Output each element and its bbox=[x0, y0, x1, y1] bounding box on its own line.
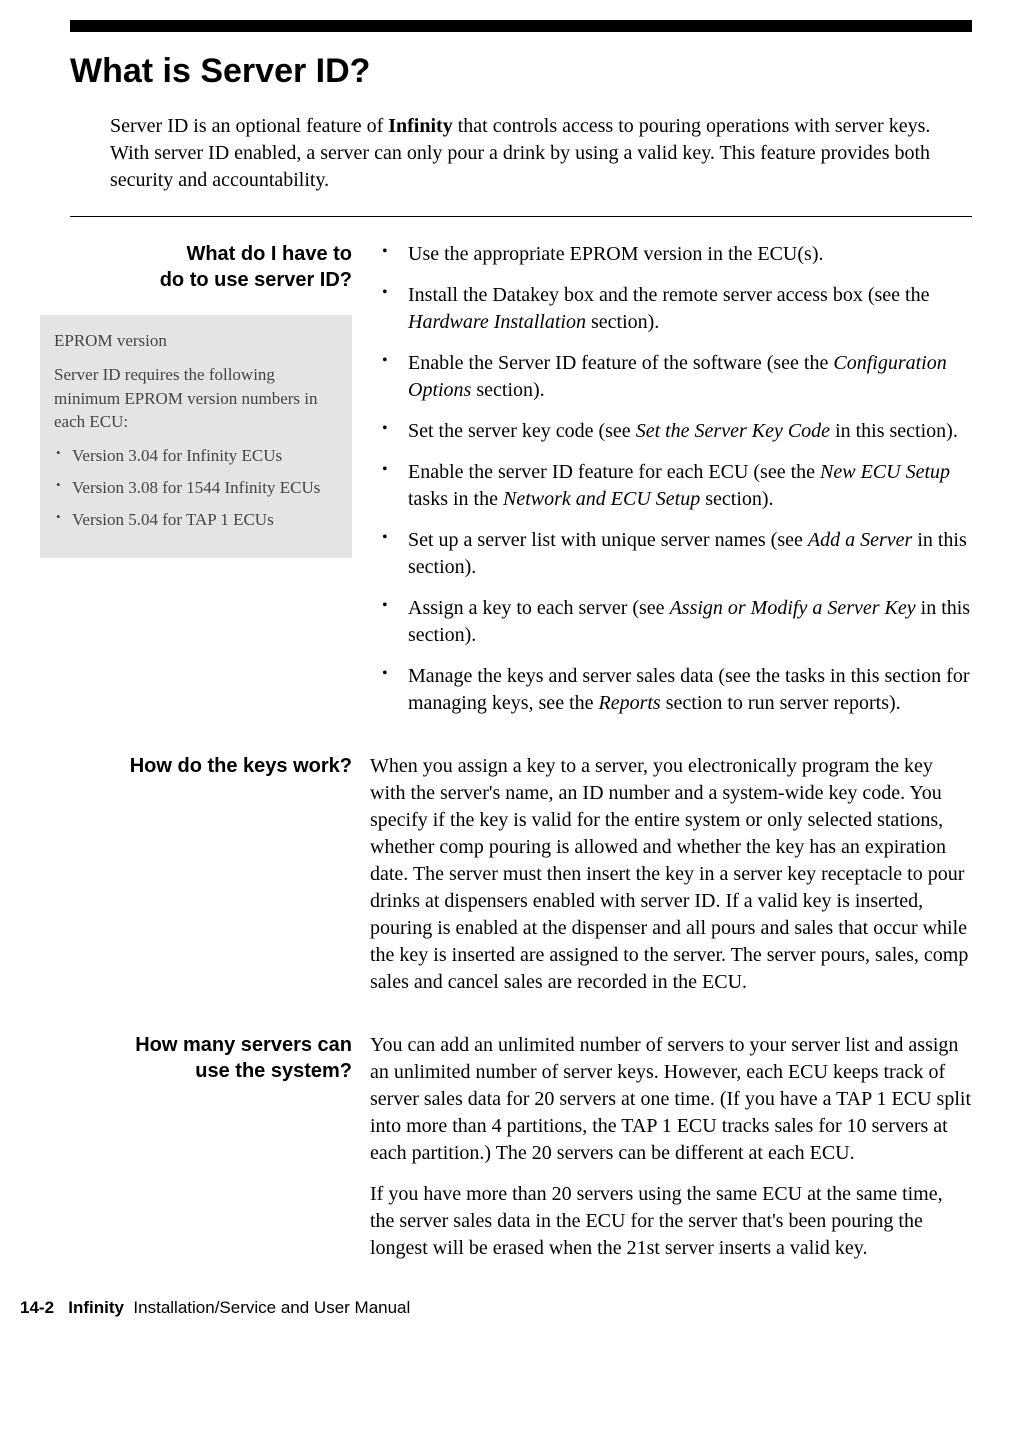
subhead-line1: What do I have to bbox=[186, 243, 352, 265]
sidebox-item: Version 3.08 for 1544 Infinity ECUs bbox=[54, 476, 338, 500]
intro-bold: Infinity bbox=[388, 115, 452, 137]
instruction-list: Use the appropriate EPROM version in the… bbox=[370, 241, 972, 717]
list-item: Assign a key to each server (see Assign … bbox=[370, 595, 972, 649]
intro-pre: Server ID is an optional feature of bbox=[110, 115, 388, 137]
subhead-line2: use the system? bbox=[195, 1060, 352, 1082]
page-footer: 14-2 Infinity Installation/Service and U… bbox=[20, 1298, 972, 1318]
right-column: When you assign a key to a server, you e… bbox=[370, 753, 972, 1010]
list-item: Set the server key code (see Set the Ser… bbox=[370, 418, 972, 445]
header-rule bbox=[70, 20, 972, 32]
left-column: How do the keys work? bbox=[20, 753, 370, 1010]
sidebox-item: Version 3.04 for Infinity ECUs bbox=[54, 444, 338, 468]
body-paragraph: You can add an unlimited number of serve… bbox=[370, 1032, 972, 1167]
subhead-line2: do to use server ID? bbox=[160, 269, 352, 291]
eprom-sidebox: EPROM version Server ID requires the fol… bbox=[40, 315, 352, 558]
subheading-how-many-servers: How many servers can use the system? bbox=[20, 1032, 352, 1084]
sidebox-title: EPROM version bbox=[54, 329, 338, 353]
subheading-what-to-do: What do I have to do to use server ID? bbox=[20, 241, 352, 293]
list-item: Set up a server list with unique server … bbox=[370, 527, 972, 581]
footer-manual-title: Installation/Service and User Manual bbox=[133, 1298, 410, 1317]
horizontal-rule bbox=[70, 216, 972, 217]
list-item: Enable the Server ID feature of the soft… bbox=[370, 350, 972, 404]
body-paragraph: When you assign a key to a server, you e… bbox=[370, 753, 972, 996]
section-how-many-servers: How many servers can use the system? You… bbox=[20, 1032, 972, 1276]
left-column: How many servers can use the system? bbox=[20, 1032, 370, 1276]
footer-page-number: 14-2 bbox=[20, 1298, 54, 1317]
list-item: Manage the keys and server sales data (s… bbox=[370, 663, 972, 717]
page-title: What is Server ID? bbox=[70, 52, 972, 91]
subhead-line1: How many servers can bbox=[135, 1034, 352, 1056]
sidebox-item: Version 5.04 for TAP 1 ECUs bbox=[54, 508, 338, 532]
subheading-how-keys-work: How do the keys work? bbox=[20, 753, 352, 779]
body-paragraph: If you have more than 20 servers using t… bbox=[370, 1181, 972, 1262]
list-item: Use the appropriate EPROM version in the… bbox=[370, 241, 972, 268]
list-item: Install the Datakey box and the remote s… bbox=[370, 282, 972, 336]
intro-paragraph: Server ID is an optional feature of Infi… bbox=[110, 113, 972, 194]
list-item: Enable the server ID feature for each EC… bbox=[370, 459, 972, 513]
right-column: Use the appropriate EPROM version in the… bbox=[370, 241, 972, 731]
sidebox-text: Server ID requires the following minimum… bbox=[54, 363, 338, 434]
left-column: What do I have to do to use server ID? E… bbox=[20, 241, 370, 731]
sidebox-list: Version 3.04 for Infinity ECUs Version 3… bbox=[54, 444, 338, 531]
section-what-to-do: What do I have to do to use server ID? E… bbox=[20, 241, 972, 731]
right-column: You can add an unlimited number of serve… bbox=[370, 1032, 972, 1276]
footer-product: Infinity bbox=[68, 1298, 124, 1317]
section-how-keys-work: How do the keys work? When you assign a … bbox=[20, 753, 972, 1010]
